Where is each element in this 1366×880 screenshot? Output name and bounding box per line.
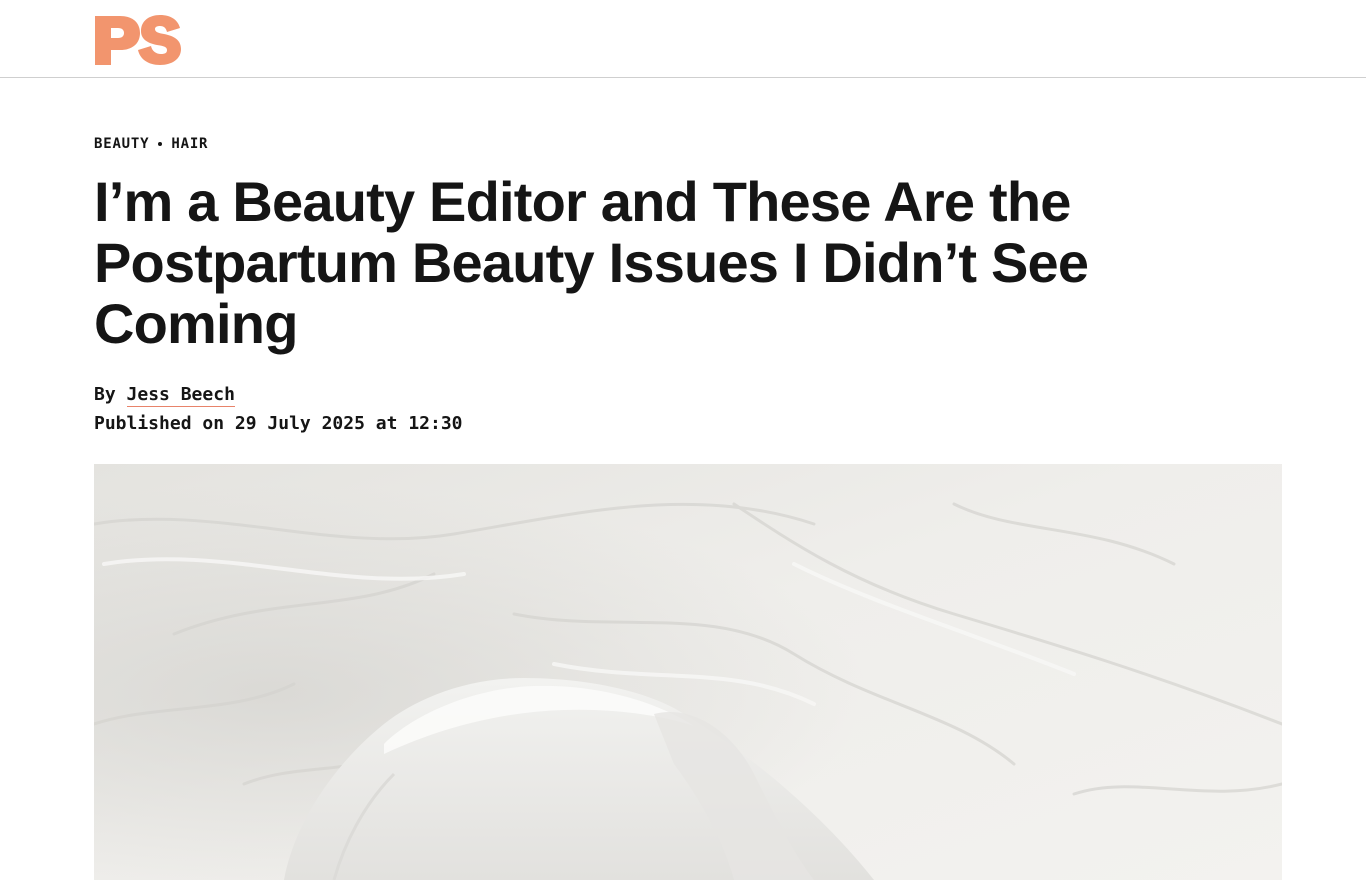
author-link[interactable]: Jess Beech	[126, 384, 235, 407]
author-line: By Jess Beech	[94, 380, 1282, 409]
article-headline: I’m a Beauty Editor and These Are the Po…	[94, 170, 1089, 355]
breadcrumb-separator-dot	[158, 142, 163, 146]
hero-photo-towel-on-sheet	[94, 464, 1282, 880]
published-line: Published on 29 July 2025 at 12:30	[94, 409, 1282, 438]
byline-prefix: By	[94, 384, 116, 405]
article-byline: By Jess Beech Published on 29 July 2025 …	[94, 380, 1282, 438]
published-prefix: Published on	[94, 413, 225, 434]
breadcrumb-hair-link[interactable]: HAIR	[171, 136, 208, 152]
site-header: PS	[0, 0, 1366, 78]
article-container: BEAUTY HAIR I’m a Beauty Editor and Thes…	[94, 78, 1282, 438]
published-date: 29 July 2025	[234, 413, 365, 434]
published-time: 12:30	[408, 413, 463, 434]
ps-logo-icon: PS	[95, 15, 181, 65]
breadcrumb-beauty-link[interactable]: BEAUTY	[94, 136, 149, 152]
hero-image	[94, 464, 1282, 880]
published-time-prefix: at	[375, 413, 398, 434]
breadcrumb: BEAUTY HAIR	[94, 135, 1282, 153]
site-logo-link[interactable]: PS	[94, 14, 182, 66]
